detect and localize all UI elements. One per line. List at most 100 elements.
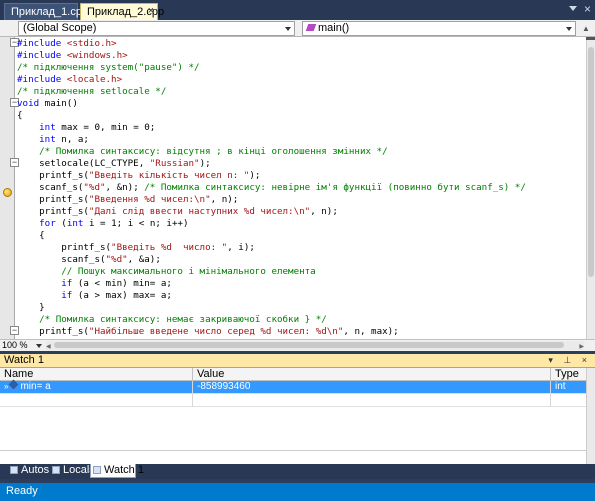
code-token: (: [55, 218, 67, 229]
code-editor[interactable]: − − − − #include <stdio.h> #include <wind…: [0, 37, 595, 351]
code-token: , &a);: [127, 254, 161, 265]
code-token: #include: [17, 50, 62, 61]
code-line[interactable]: {: [17, 110, 23, 122]
code-token: , n, max);: [343, 326, 399, 337]
code-token: /* Помилка синтаксису: відсутня ; в кінц…: [39, 146, 388, 157]
code-token: "Найбільше введене число серед %d чисел:…: [88, 326, 344, 337]
code-token: "Введіть кількість чисел n: ": [88, 170, 250, 181]
code-token: setlocale(LC_CTYPE,: [17, 158, 150, 169]
watch-row[interactable]: » min= a -858993460 int: [0, 379, 587, 394]
code-line[interactable]: scanf_s("%d", &n); /* Помилка синтаксису…: [17, 182, 526, 194]
code-line[interactable]: int n, a;: [17, 134, 89, 146]
member-dropdown[interactable]: main(): [302, 21, 576, 36]
scroll-thumb[interactable]: [54, 342, 564, 348]
close-document-icon[interactable]: ×: [584, 2, 591, 16]
code-token: printf_s(: [17, 242, 112, 253]
split-icon[interactable]: ▲: [582, 24, 590, 33]
watch-icon: [93, 466, 101, 474]
code-line[interactable]: printf_s("Найбільше введене число серед …: [17, 326, 399, 338]
watch-empty-row[interactable]: [0, 394, 587, 407]
chevron-down-icon[interactable]: [36, 344, 42, 348]
watch-title-bar: Watch 1 ▾ ⊥ ×: [0, 354, 595, 368]
close-icon[interactable]: ×: [148, 5, 154, 17]
code-line[interactable]: #include <locale.h>: [17, 74, 122, 86]
code-token: if: [61, 290, 73, 301]
tab-prykład-1[interactable]: Приклад_1.cpp: [4, 3, 88, 20]
code-line[interactable]: #include <stdio.h>: [17, 38, 117, 50]
code-line[interactable]: for (int i = 1; i < n; i++): [17, 218, 188, 230]
code-token: , n);: [210, 194, 239, 205]
navigation-bar: (Global Scope) main() ▲: [0, 20, 595, 37]
tab-label: Autos: [21, 464, 50, 476]
code-token: n, a;: [55, 134, 89, 145]
code-line[interactable]: int max = 0, min = 0;: [17, 122, 155, 134]
watch-horizontal-scrollbar[interactable]: [0, 450, 586, 461]
code-line[interactable]: // Пошук максимального і мінімального ел…: [17, 266, 316, 278]
code-line[interactable]: #include <windows.h>: [17, 50, 128, 62]
code-token: <windows.h>: [61, 50, 128, 61]
column-name[interactable]: Name: [0, 368, 193, 381]
code-line[interactable]: printf_s("Далі слід ввести наступних %d …: [17, 206, 338, 218]
code-token: /* Помилка синтаксису: невірне ім'я функ…: [144, 182, 526, 193]
scroll-right-icon[interactable]: ▶: [579, 343, 584, 350]
watch-vertical-scrollbar[interactable]: [586, 368, 595, 464]
code-line[interactable]: /* Помилка синтаксису: немає закриваючої…: [17, 314, 327, 326]
code-line[interactable]: if (a > max) max= a;: [17, 290, 172, 302]
watch-title: Watch 1: [4, 354, 44, 366]
code-line[interactable]: if (a < min) min= a;: [17, 278, 172, 290]
tab-locals[interactable]: Locals: [50, 464, 95, 478]
horizontal-scrollbar[interactable]: ◀ ▶: [46, 341, 584, 350]
watch-header: Name Value Type: [0, 368, 587, 381]
chevron-down-icon: [285, 27, 291, 31]
tab-dropdown-icon[interactable]: [569, 6, 577, 11]
column-value[interactable]: Value: [193, 368, 551, 381]
scope-dropdown[interactable]: (Global Scope): [18, 21, 295, 36]
code-line[interactable]: {: [17, 230, 45, 242]
code-token: if: [61, 278, 73, 289]
code-line[interactable]: setlocale(LC_CTYPE, "Russian");: [17, 158, 211, 170]
tab-watch-1[interactable]: Watch 1: [90, 464, 144, 478]
scroll-thumb[interactable]: [588, 47, 594, 277]
status-bar: Ready: [0, 483, 595, 501]
autos-icon: [10, 466, 18, 474]
tab-autos[interactable]: Autos: [8, 464, 50, 478]
code-token: "Введення %d чисел:\n": [88, 194, 211, 205]
code-token: (a > max) max= a;: [72, 290, 172, 301]
code-token: // Пошук максимального і мінімального ел…: [61, 266, 316, 277]
zoom-level[interactable]: 100 %: [2, 340, 28, 350]
code-line[interactable]: printf_s("Введіть кількість чисел n: ");: [17, 170, 260, 182]
expand-icon[interactable]: »: [4, 381, 8, 393]
document-tab-strip: Приклад_1.cpp Приклад_2.cpp × ×: [0, 0, 595, 20]
code-line[interactable]: scanf_s("%d", &a);: [17, 254, 161, 266]
code-line[interactable]: void main(): [17, 98, 78, 110]
column-type[interactable]: Type: [551, 368, 587, 381]
code-token: );: [199, 158, 211, 169]
code-line[interactable]: printf_s("Введення %d чисел:\n", n);: [17, 194, 238, 206]
code-token: "Russian": [149, 158, 200, 169]
window-controls[interactable]: ▾ ⊥ ×: [548, 354, 591, 367]
code-token: /* підключення system("pause") */: [17, 62, 200, 73]
code-token: main(): [39, 98, 78, 109]
code-token: {: [17, 110, 23, 121]
code-line[interactable]: /* підключення system("pause") */: [17, 62, 200, 74]
vertical-scrollbar[interactable]: [586, 37, 595, 339]
code-token: for: [39, 218, 56, 229]
function-icon: [305, 24, 317, 31]
tab-prykład-2[interactable]: Приклад_2.cpp ×: [80, 3, 164, 20]
code-token: {: [17, 230, 45, 241]
code-text-area[interactable]: #include <stdio.h> #include <windows.h>/*…: [17, 37, 587, 339]
code-line[interactable]: /* підключення setlocale */: [17, 86, 166, 98]
code-token: scanf_s(: [17, 182, 84, 193]
code-line[interactable]: printf_s("Введіть %d число: ", i);: [17, 242, 255, 254]
code-token: /* підключення setlocale */: [17, 86, 167, 97]
code-line[interactable]: /* Помилка синтаксису: відсутня ; в кінц…: [17, 146, 388, 158]
code-token: int: [39, 134, 56, 145]
code-line[interactable]: }: [17, 302, 45, 314]
scroll-left-icon[interactable]: ◀: [46, 343, 51, 350]
current-statement-arrow-icon: [3, 188, 12, 197]
